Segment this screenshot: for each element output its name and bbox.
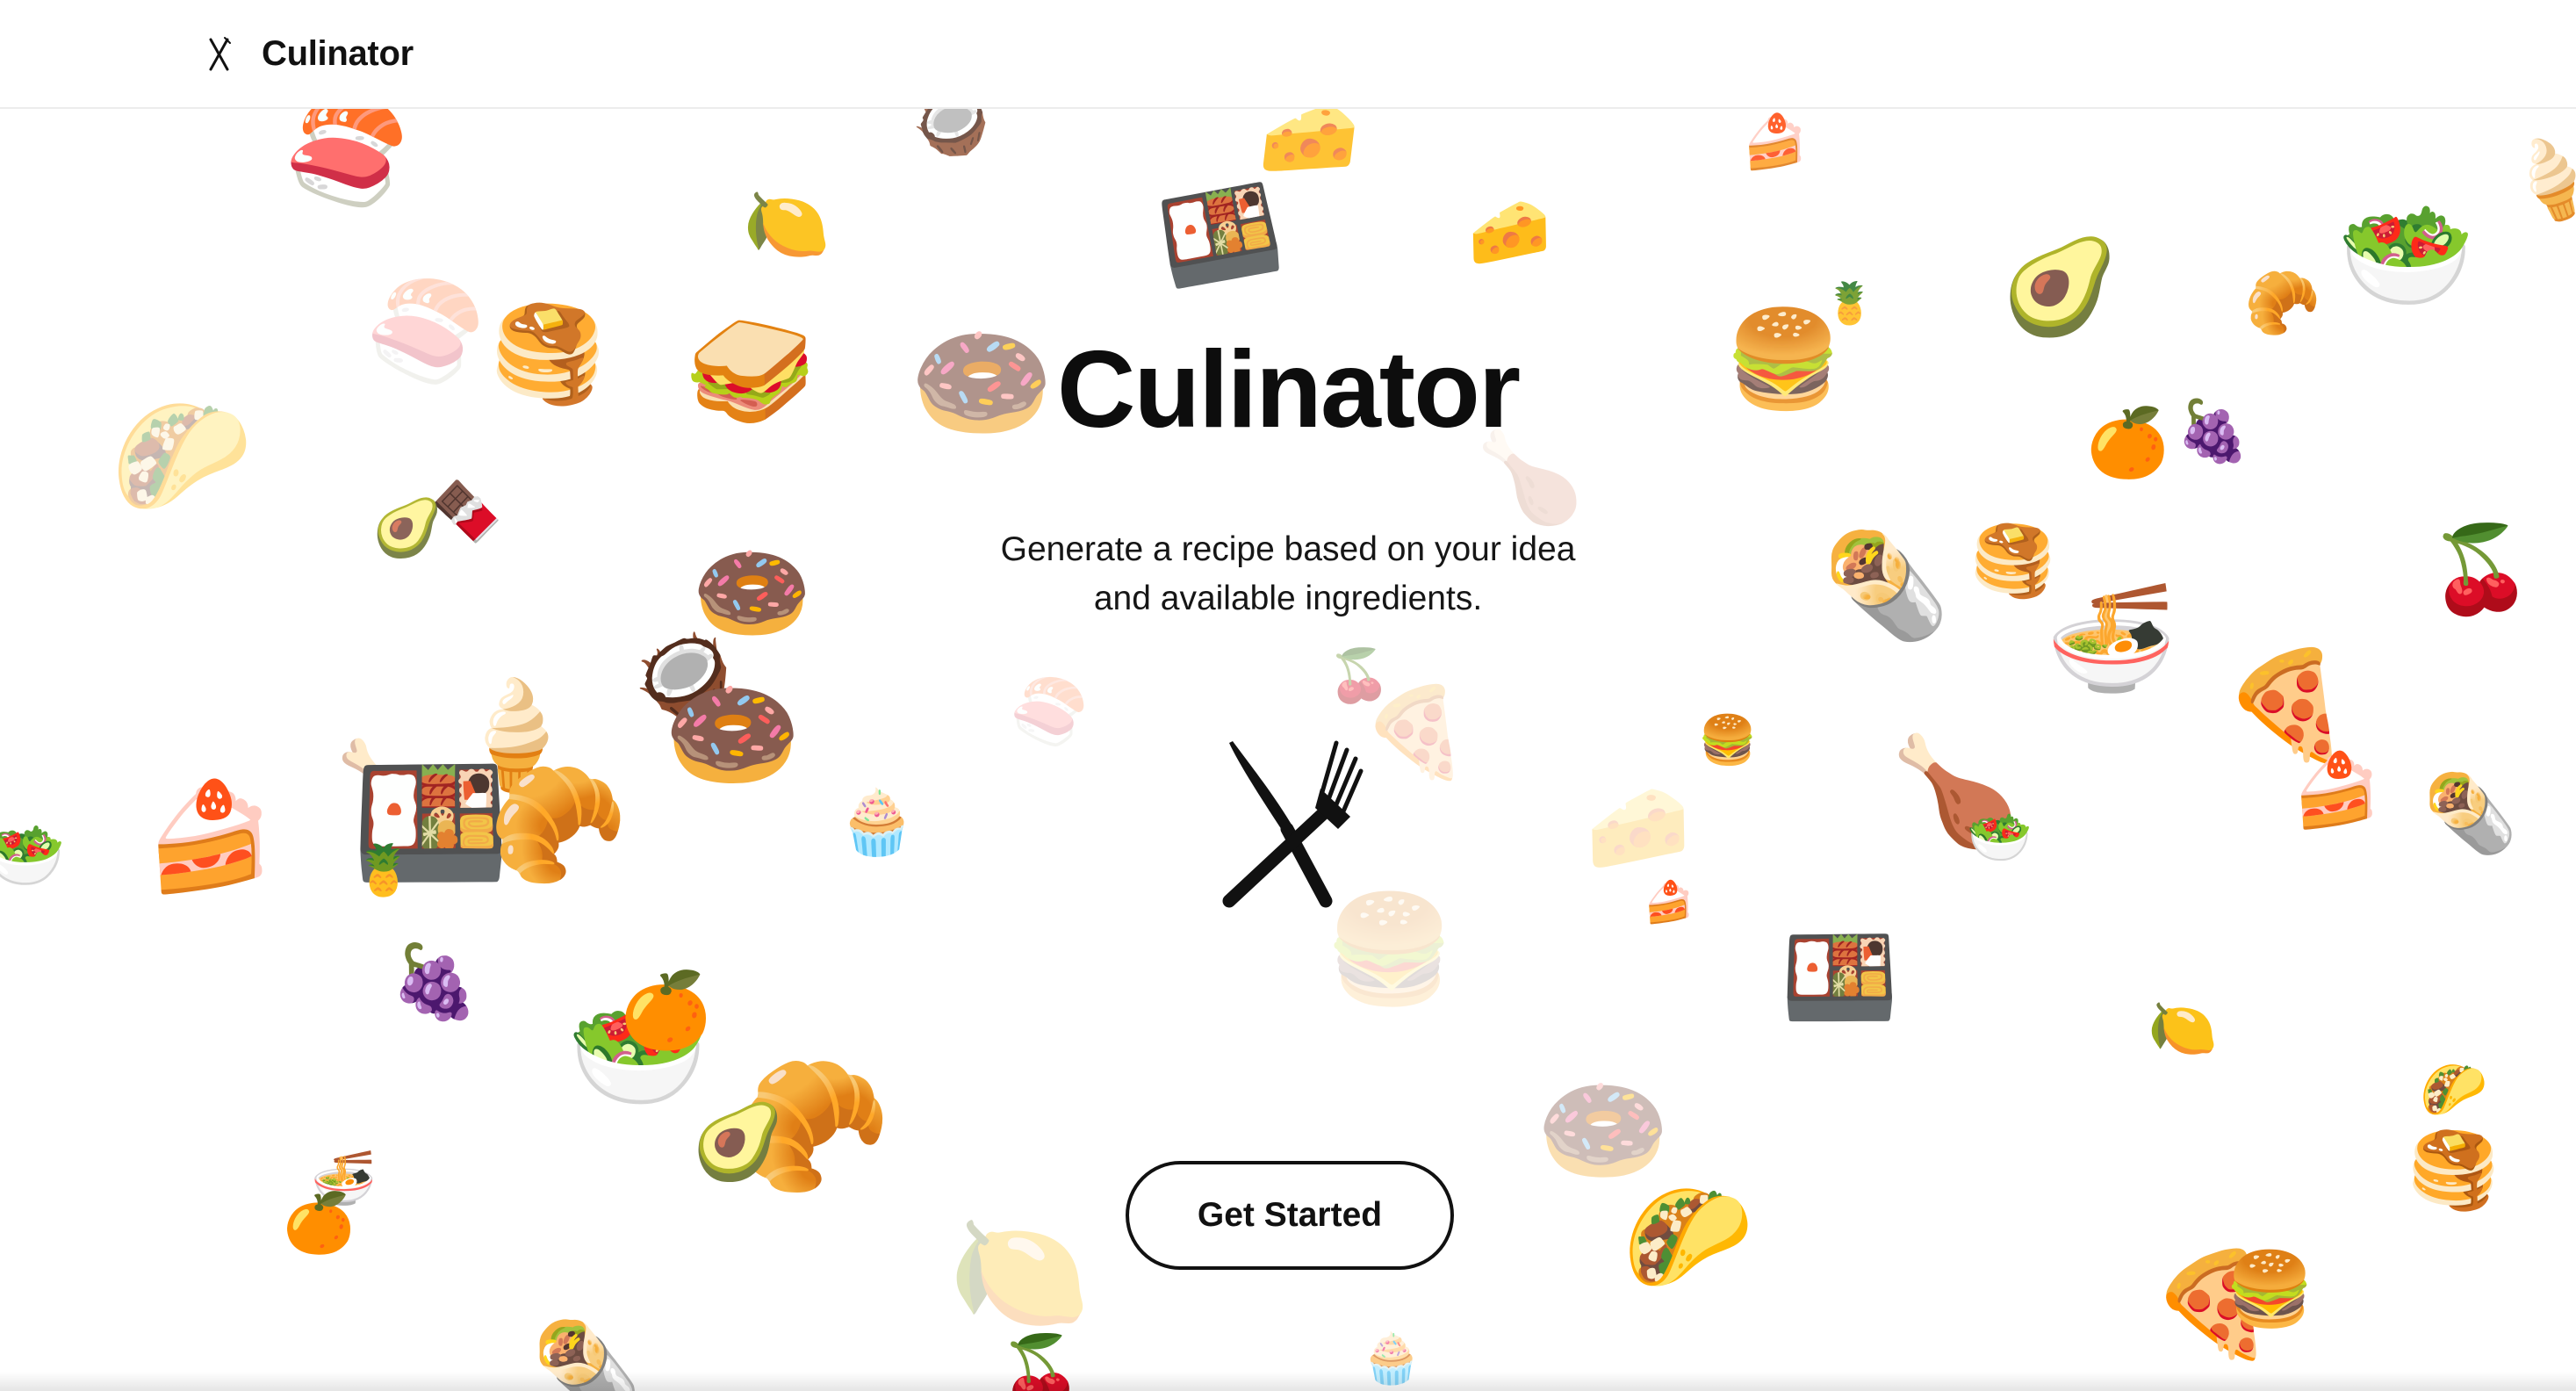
hero-subtitle: Generate a recipe based on your idea and… bbox=[937, 525, 1639, 623]
top-navbar: Culinator bbox=[0, 0, 2576, 109]
utensils-crossed-icon bbox=[209, 37, 231, 71]
hero-section: Culinator Generate a recipe based on you… bbox=[0, 109, 2576, 1391]
bottom-edge-shadow bbox=[0, 1372, 2576, 1391]
knife-fork-icon bbox=[1222, 740, 1364, 908]
landing-page: Culinator 🍣 🥥 🧀 🍰 🍦 🍋 🍱 🧀 🥑 🍍 🥐 🥗 🍣 🥞 🥪 🍩 🍔 🌮 🍫 🥑 🍗 🍊 🍇 🍩 🌯 🥞 🍜 🍒 🥥 🍩… bbox=[0, 0, 2576, 1391]
brand-name: Culinator bbox=[262, 33, 414, 73]
hero-title: Culinator bbox=[1056, 329, 1521, 450]
brand-home-link[interactable]: Culinator bbox=[200, 26, 414, 81]
hero-subtitle-line-1: Generate a recipe based on your idea bbox=[1000, 530, 1576, 568]
hero-subtitle-line-2: and available ingredients. bbox=[1093, 580, 1483, 617]
get-started-button[interactable]: Get Started bbox=[1126, 1161, 1454, 1270]
